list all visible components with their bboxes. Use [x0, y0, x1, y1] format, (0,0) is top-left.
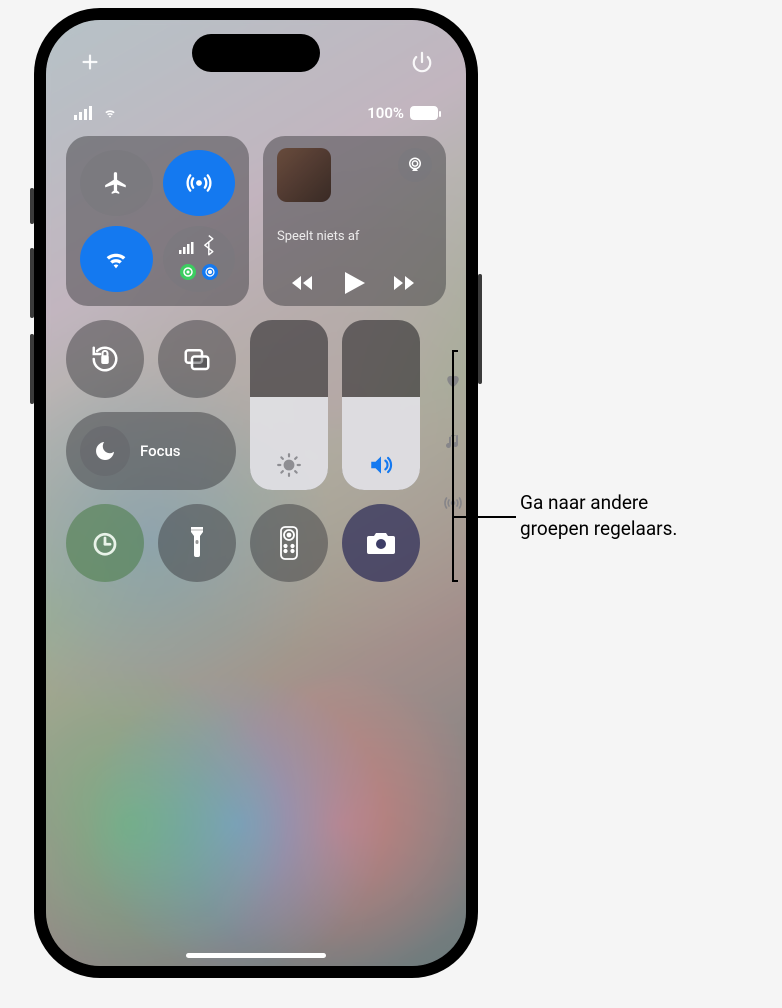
- apple-tv-remote-button[interactable]: [250, 504, 328, 582]
- camera-button[interactable]: [342, 504, 420, 582]
- side-button-silence: [30, 188, 34, 224]
- plus-icon: [79, 51, 101, 73]
- airplane-icon: [103, 170, 129, 196]
- wifi-button[interactable]: [80, 226, 153, 292]
- status-bar: 100%: [66, 80, 446, 122]
- signal-cluster-icon: [174, 234, 224, 284]
- wifi-icon: [102, 245, 130, 273]
- dynamic-island: [192, 34, 320, 72]
- airplay-button[interactable]: [398, 148, 432, 182]
- wifi-status-icon: [100, 106, 120, 120]
- moon-icon: [93, 439, 117, 463]
- timer-button[interactable]: [66, 504, 144, 582]
- side-button-volume-up: [30, 248, 34, 318]
- timer-icon: [90, 528, 120, 558]
- callout-text: Ga naar andere groepen regelaars.: [520, 490, 677, 541]
- phone-frame: 100%: [34, 8, 478, 978]
- play-icon: [345, 272, 365, 294]
- connectivity-tile[interactable]: [66, 136, 249, 306]
- airplane-mode-button[interactable]: [80, 150, 153, 216]
- play-button[interactable]: [345, 272, 365, 294]
- add-control-button[interactable]: [72, 44, 108, 80]
- battery-percentage: 100%: [367, 104, 404, 122]
- focus-label: Focus: [140, 442, 181, 460]
- rewind-icon: [292, 273, 316, 293]
- focus-icon-wrapper: [80, 426, 130, 476]
- flashlight-button[interactable]: [158, 504, 236, 582]
- screen: 100%: [46, 20, 466, 966]
- airplay-icon: [406, 156, 424, 174]
- now-playing-tile[interactable]: Speelt niets af: [263, 136, 446, 306]
- rotation-lock-icon: [90, 344, 120, 374]
- forward-button[interactable]: [394, 273, 418, 293]
- volume-icon: [367, 452, 395, 478]
- forward-icon: [394, 273, 418, 293]
- side-button-power: [478, 274, 482, 384]
- screen-mirroring-button[interactable]: [158, 320, 236, 398]
- callout-line2: groepen regelaars.: [520, 517, 677, 540]
- cellular-bluetooth-cluster[interactable]: [163, 226, 236, 292]
- flashlight-icon: [187, 527, 207, 559]
- brightness-icon: [276, 452, 302, 478]
- callout-tick-bottom: [452, 580, 458, 582]
- rotation-lock-button[interactable]: [66, 320, 144, 398]
- now-playing-label: Speelt niets af: [277, 229, 432, 244]
- screen-mirroring-icon: [182, 344, 212, 374]
- callout-bracket: [452, 350, 454, 582]
- cellular-signal-icon: [74, 106, 94, 120]
- callout-tick-top: [452, 350, 458, 352]
- side-button-volume-down: [30, 334, 34, 404]
- airdrop-icon: [185, 169, 213, 197]
- camera-icon: [365, 530, 397, 556]
- focus-button[interactable]: Focus: [66, 412, 236, 490]
- callout-connector: [454, 516, 516, 518]
- album-art: [277, 148, 331, 202]
- power-button[interactable]: [404, 44, 440, 80]
- rewind-button[interactable]: [292, 273, 316, 293]
- callout-line1: Ga naar andere: [520, 491, 648, 514]
- tv-remote-icon: [280, 526, 298, 560]
- power-icon: [411, 51, 433, 73]
- airdrop-button[interactable]: [163, 150, 236, 216]
- volume-slider[interactable]: [342, 320, 420, 490]
- battery-icon: [410, 106, 438, 120]
- brightness-slider[interactable]: [250, 320, 328, 490]
